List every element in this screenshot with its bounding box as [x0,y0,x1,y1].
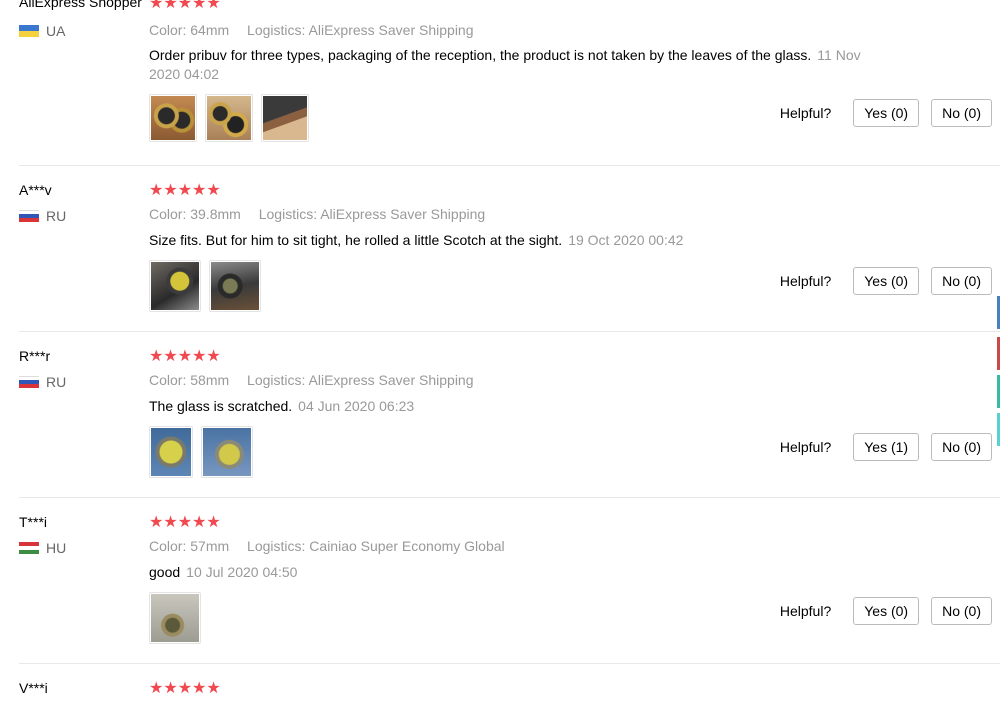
rating-stars: ★★★★★ [149,0,221,12]
helpful-votes: Helpful? Yes (0) No (0) [780,99,992,127]
hu-flag-icon [19,542,39,554]
review-date: 19 Oct 2020 00:42 [568,232,684,248]
photo-thumbnail[interactable] [149,94,197,142]
helpful-no-button[interactable]: No (0) [931,267,992,295]
helpful-votes: Helpful? Yes (1) No (0) [780,433,992,461]
review-date: 04 Jun 2020 06:23 [298,398,415,414]
ru-flag-icon [19,210,39,222]
helpful-yes-button[interactable]: Yes (0) [853,597,920,625]
helpful-votes: Helpful? Yes (0) No (0) [780,267,992,295]
reviewer-country: RU [19,374,66,390]
review-attributes: Color: 58mm Logistics: AliExpress Saver … [149,372,474,388]
photo-thumbnail[interactable] [149,592,201,644]
helpful-yes-button[interactable]: Yes (0) [853,99,920,127]
reviewer-name: R***r [19,348,51,364]
rating-stars: ★★★★★ [149,182,221,199]
rating-stars: ★★★★★ [149,514,221,531]
ru-flag-icon [19,376,39,388]
reviewer-name: AliExpress Shopper [19,0,142,10]
helpful-yes-button[interactable]: Yes (0) [853,267,920,295]
photo-thumbnail[interactable] [149,260,201,312]
rating-stars: ★★★★★ [149,348,221,365]
photo-thumbnail[interactable] [261,94,309,142]
review-attributes: Color: 57mm Logistics: Cainiao Super Eco… [149,538,505,554]
helpful-yes-button[interactable]: Yes (1) [853,433,920,461]
helpful-votes: Helpful? Yes (0) No (0) [780,597,992,625]
reviewer-name: A***v [19,182,52,198]
reviewer-name: T***i [19,514,48,530]
reviewer-country: HU [19,540,66,556]
helpful-no-button[interactable]: No (0) [931,433,992,461]
reviewer-country: RU [19,208,66,224]
review-attributes: Color: 64mm Logistics: AliExpress Saver … [149,22,474,38]
reviewer-name: V***i [19,680,48,696]
review-item: A***v ★★★★★ RU Color: 39.8mm Logistics: … [19,165,1000,332]
reviewer-country: UA [19,23,65,39]
review-item: AliExpress Shopper ★★★★★ UA Color: 64mm … [19,0,1000,166]
review-item: R***r ★★★★★ RU Color: 58mm Logistics: Al… [19,331,1000,498]
review-photos [149,94,309,142]
rating-stars: ★★★★★ [149,680,221,697]
review-photos [149,260,261,312]
review-item: V***i ★★★★★ [19,663,1000,702]
photo-thumbnail[interactable] [205,94,253,142]
review-photos [149,426,253,478]
helpful-no-button[interactable]: No (0) [931,597,992,625]
photo-thumbnail[interactable] [201,426,253,478]
helpful-no-button[interactable]: No (0) [931,99,992,127]
review-item: T***i ★★★★★ HU Color: 57mm Logistics: Ca… [19,497,1000,664]
photo-thumbnail[interactable] [149,426,193,478]
ua-flag-icon [19,25,39,37]
review-content: good 10 Jul 2020 04:50 [149,564,298,580]
review-content: Order pribuv for three types, packaging … [149,47,861,82]
review-content: Size fits. But for him to sit tight, he … [149,232,684,248]
photo-thumbnail[interactable] [209,260,261,312]
review-attributes: Color: 39.8mm Logistics: AliExpress Save… [149,206,486,222]
review-photos [149,592,201,644]
review-content: The glass is scratched. 04 Jun 2020 06:23 [149,398,415,414]
review-date: 10 Jul 2020 04:50 [186,564,298,580]
